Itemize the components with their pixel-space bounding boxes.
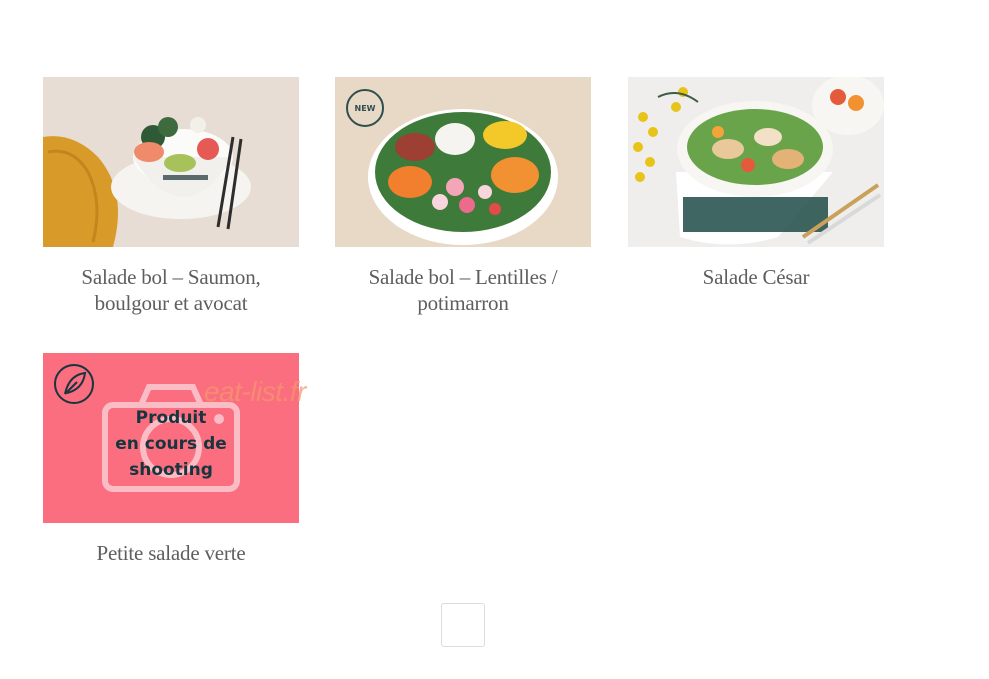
product-image[interactable] — [43, 77, 299, 247]
placeholder-label: Produit en cours de shooting — [115, 408, 227, 480]
product-title[interactable]: Salade bol – Lentilles / potimarron — [335, 264, 591, 316]
product-card[interactable]: Salade César — [628, 77, 884, 290]
new-badge-icon: NEW — [346, 89, 384, 127]
product-title[interactable]: Salade bol – Saumon, boulgour et avocat — [43, 264, 299, 316]
product-title[interactable]: Petite salade verte — [43, 540, 299, 566]
caesar-bowl-photo — [628, 77, 884, 247]
salmon-bowl-photo — [43, 77, 299, 247]
new-badge-label: NEW — [354, 103, 376, 113]
product-image[interactable]: NEW — [335, 77, 591, 247]
load-more-button[interactable] — [441, 603, 485, 647]
product-title[interactable]: Salade César — [628, 264, 884, 290]
watermark-text: eat-list.fr — [204, 376, 306, 407]
product-card[interactable]: Salade bol – Saumon, boulgour et avocat — [43, 77, 299, 316]
product-card[interactable]: NEW Salade bol – Lentilles / potimarron — [335, 77, 591, 316]
product-image[interactable] — [628, 77, 884, 247]
